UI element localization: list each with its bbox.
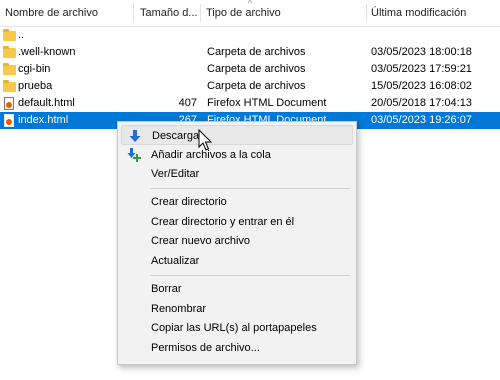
menu-item-rename[interactable]: Renombrar — [121, 299, 353, 319]
html-file-icon — [4, 97, 14, 110]
menu-item-label: Copiar las URL(s) al portapapeles — [151, 322, 317, 334]
column-header-name[interactable]: Nombre de archivo — [0, 0, 132, 26]
menu-item-permissions[interactable]: Permisos de archivo... — [121, 338, 353, 358]
column-header-size[interactable]: Tamaño d... — [135, 0, 199, 26]
file-size — [135, 78, 197, 95]
menu-separator — [150, 188, 350, 189]
menu-item-label: Descargar — [152, 130, 203, 142]
file-name: default.html — [18, 97, 75, 109]
menu-item-add-to-queue[interactable]: Añadir archivos a la cola — [121, 145, 353, 165]
file-size: 407 — [178, 97, 197, 109]
context-menu: Descargar Añadir archivos a la cola Ver/… — [117, 121, 357, 365]
menu-item-label: Crear nuevo archivo — [151, 235, 251, 247]
file-modified: 20/05/2018 17:04:13 — [371, 97, 472, 109]
folder-icon — [3, 46, 16, 58]
sort-chevron-icon: ˄ — [247, 0, 253, 6]
file-name: prueba — [18, 80, 53, 92]
file-modified: 03/05/2023 19:26:07 — [371, 114, 472, 126]
folder-icon — [3, 63, 16, 75]
column-header-type[interactable]: Tipo de archivo — [201, 0, 366, 26]
file-size — [135, 44, 197, 61]
file-row-parent[interactable]: .. — [0, 27, 500, 44]
menu-item-label: Ver/Editar — [151, 168, 200, 180]
file-type: Carpeta de archivos — [207, 63, 306, 75]
file-row[interactable]: prueba Carpeta de archivos 15/05/2023 16… — [0, 78, 500, 95]
file-modified: 03/05/2023 17:59:21 — [371, 63, 472, 75]
file-name: cgi-bin — [18, 63, 51, 75]
menu-item-create-directory[interactable]: Crear directorio — [121, 192, 353, 212]
file-type: Carpeta de archivos — [207, 46, 306, 58]
file-row[interactable]: cgi-bin Carpeta de archivos 03/05/2023 1… — [0, 61, 500, 78]
html-file-icon — [4, 114, 14, 127]
file-size — [135, 61, 197, 78]
menu-item-delete[interactable]: Borrar — [121, 279, 353, 299]
menu-item-copy-urls[interactable]: Copiar las URL(s) al portapapeles — [121, 318, 353, 338]
menu-item-create-file[interactable]: Crear nuevo archivo — [121, 231, 353, 251]
menu-item-label: Renombrar — [151, 303, 207, 315]
file-modified: 15/05/2023 16:08:02 — [371, 80, 472, 92]
menu-item-create-directory-enter[interactable]: Crear directorio y entrar en él — [121, 212, 353, 232]
file-list-header: Nombre de archivo Tamaño d... Tipo de ar… — [0, 0, 500, 27]
menu-separator — [150, 275, 350, 276]
download-arrow-icon — [129, 130, 141, 142]
menu-item-label: Permisos de archivo... — [151, 342, 260, 354]
file-row[interactable]: .well-known Carpeta de archivos 03/05/20… — [0, 44, 500, 61]
file-type: Firefox HTML Document — [207, 97, 327, 109]
menu-item-label: Borrar — [151, 283, 182, 295]
file-name: index.html — [18, 114, 69, 126]
menu-item-label: Actualizar — [151, 255, 200, 267]
menu-item-refresh[interactable]: Actualizar — [121, 251, 353, 271]
menu-item-view-edit[interactable]: Ver/Editar — [121, 164, 353, 184]
menu-item-label: Crear directorio y entrar en él — [151, 216, 295, 228]
file-name: .. — [18, 29, 25, 41]
mouse-pointer-icon — [198, 129, 213, 151]
file-row[interactable]: default.html 407 Firefox HTML Document 2… — [0, 95, 500, 112]
file-name: .well-known — [18, 46, 76, 58]
column-divider[interactable] — [133, 4, 134, 22]
file-modified: 03/05/2023 18:00:18 — [371, 46, 472, 58]
folder-icon — [3, 29, 16, 41]
column-header-modified[interactable]: Última modificación — [366, 0, 500, 26]
add-to-queue-icon — [127, 148, 141, 162]
menu-item-label: Crear directorio — [151, 196, 227, 208]
file-type: Carpeta de archivos — [207, 80, 306, 92]
menu-item-download[interactable]: Descargar — [121, 125, 353, 145]
folder-icon — [3, 80, 16, 92]
